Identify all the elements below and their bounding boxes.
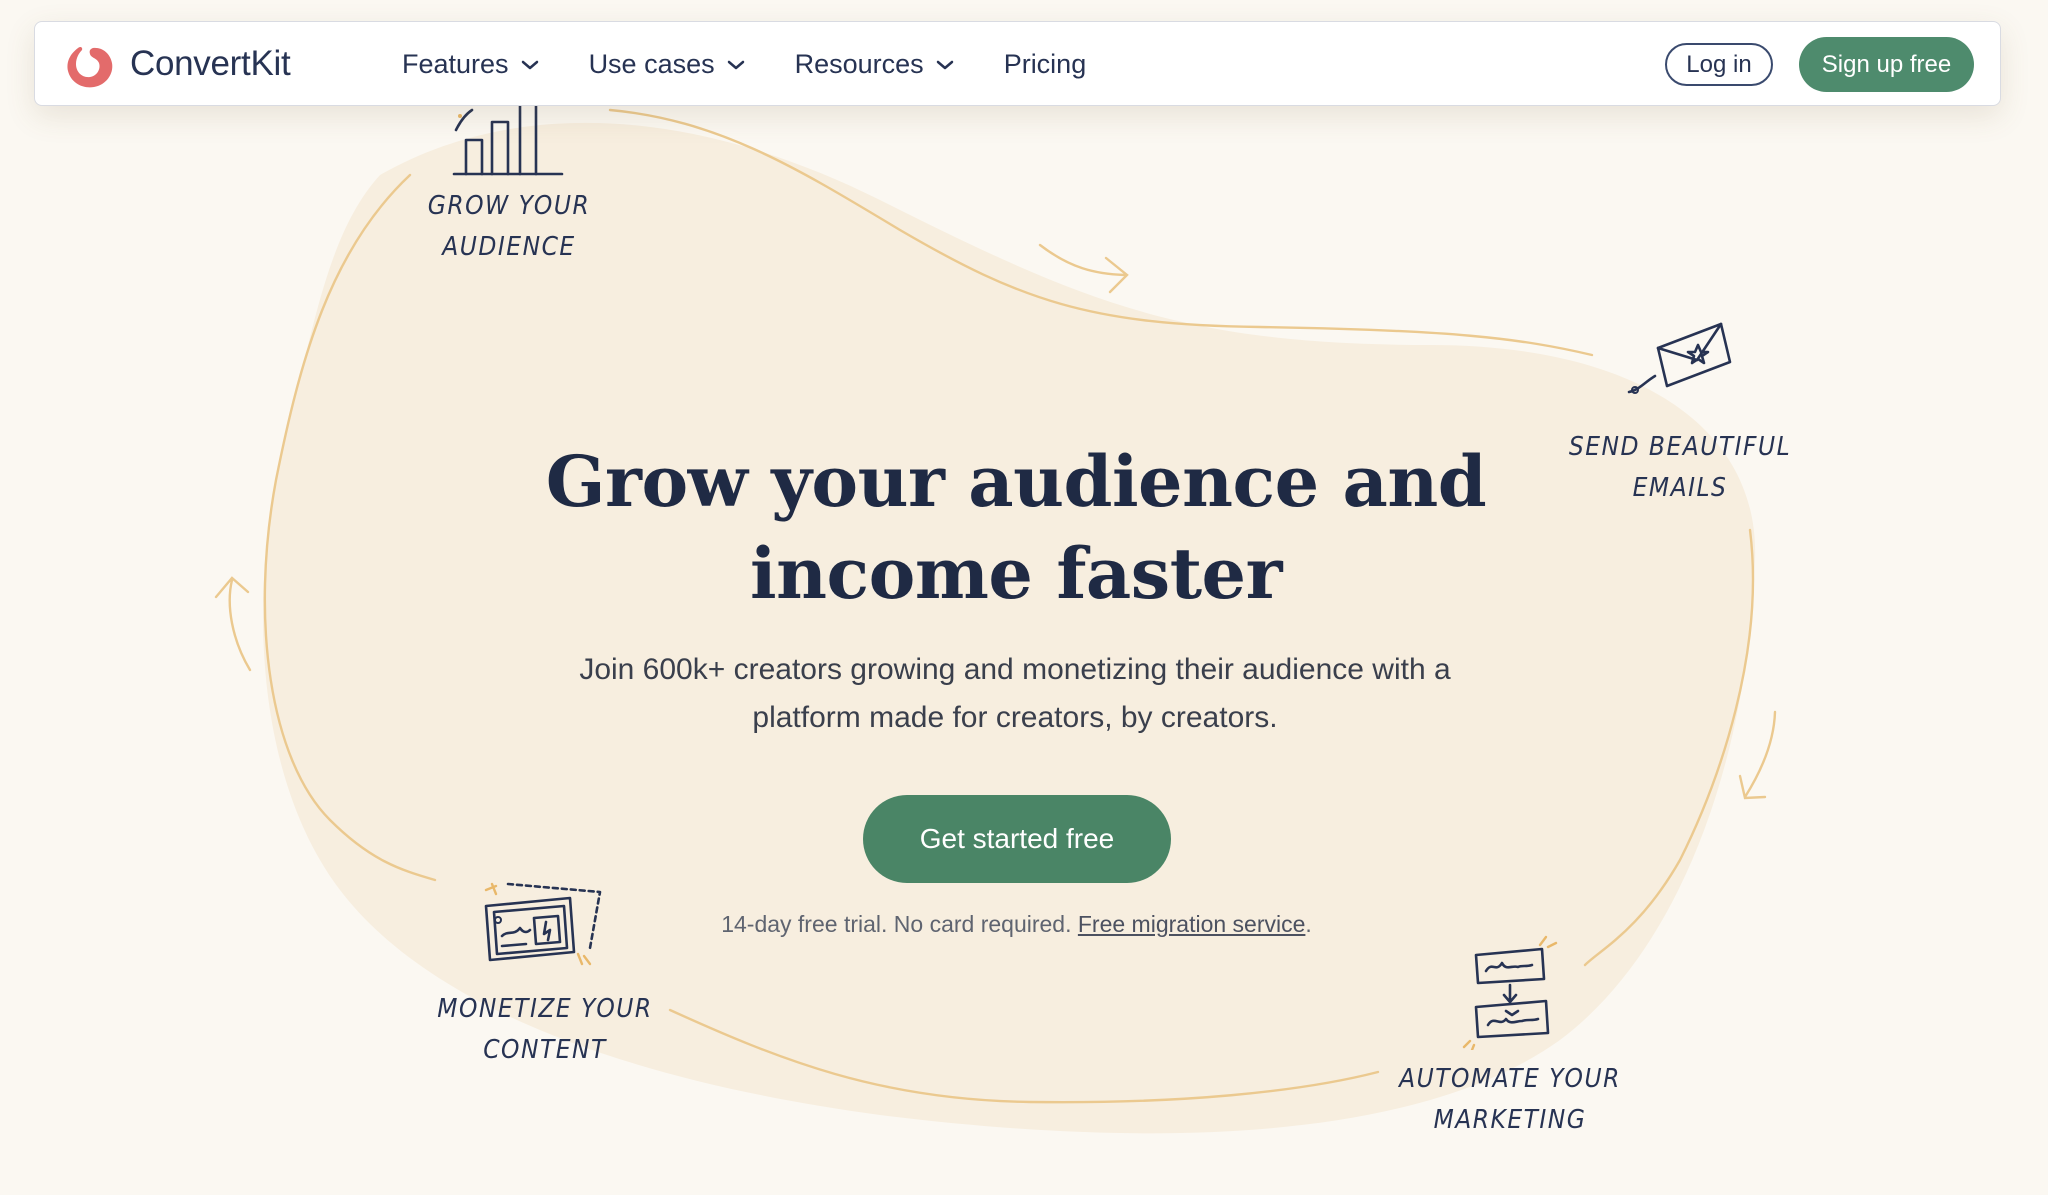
nav-item-resources[interactable]: Resources: [795, 49, 954, 80]
nav-item-use-cases[interactable]: Use cases: [589, 49, 745, 80]
feature-grow-audience: GROW YOUR AUDIENCE: [400, 186, 618, 268]
signup-button[interactable]: Sign up free: [1799, 37, 1974, 92]
main-nav: Features Use cases Resources Pricing: [402, 22, 1136, 107]
feature-label-line: AUDIENCE: [442, 232, 576, 262]
feature-send-emails: SEND BEAUTIFUL EMAILS: [1560, 427, 1800, 509]
trial-note-text: 14-day free trial. No card required.: [721, 911, 1072, 937]
feature-monetize-content: MONETIZE YOUR CONTENT: [435, 989, 655, 1071]
feature-label-line: MONETIZE YOUR: [437, 994, 653, 1024]
nav-item-features[interactable]: Features: [402, 49, 539, 80]
feature-label-line: CONTENT: [483, 1035, 607, 1065]
feature-label-line: EMAILS: [1632, 473, 1728, 503]
envelope-icon: [1627, 322, 1732, 394]
convertkit-logo-icon: [67, 46, 113, 88]
product-card-icon: [484, 882, 602, 966]
nav-item-label: Resources: [794, 49, 924, 79]
arrow-left: [214, 576, 252, 672]
migration-service-link[interactable]: Free migration service: [1078, 911, 1306, 937]
top-navbar: ConvertKit Features Use cases Resources …: [34, 21, 2001, 106]
nav-item-label: Features: [402, 49, 509, 79]
nav-item-label: Pricing: [1003, 49, 1087, 79]
trial-note-suffix: .: [1305, 911, 1312, 937]
login-button[interactable]: Log in: [1665, 43, 1773, 86]
nav-item-pricing[interactable]: Pricing: [1004, 49, 1087, 80]
automation-flow-icon: [1462, 935, 1558, 1050]
feature-label-line: GROW YOUR: [427, 191, 591, 221]
trial-note: 14-day free trial. No card required. Fre…: [600, 911, 1433, 938]
arrow-right: [1738, 710, 1777, 800]
feature-label-line: SEND BEAUTIFUL: [1568, 432, 1792, 462]
bar-chart-icon: [452, 102, 564, 176]
brand-name: ConvertKit: [130, 44, 291, 83]
nav-item-label: Use cases: [588, 49, 715, 79]
chevron-down-icon: [936, 60, 953, 69]
brand-logo[interactable]: ConvertKit: [62, 36, 291, 92]
chevron-down-icon: [521, 60, 538, 69]
feature-label-line: AUTOMATE YOUR: [1399, 1064, 1621, 1094]
page: ConvertKit Features Use cases Resources …: [0, 0, 2048, 1195]
feature-label-line: MARKETING: [1433, 1105, 1587, 1135]
get-started-button[interactable]: Get started free: [863, 795, 1171, 883]
feature-automate-marketing: AUTOMATE YOUR MARKETING: [1390, 1059, 1630, 1141]
chevron-down-icon: [727, 60, 744, 69]
hero-subtitle: Join 600k+ creators growing and monetizi…: [579, 653, 1451, 734]
hero-title: Grow your audience and income faster: [545, 440, 1487, 615]
